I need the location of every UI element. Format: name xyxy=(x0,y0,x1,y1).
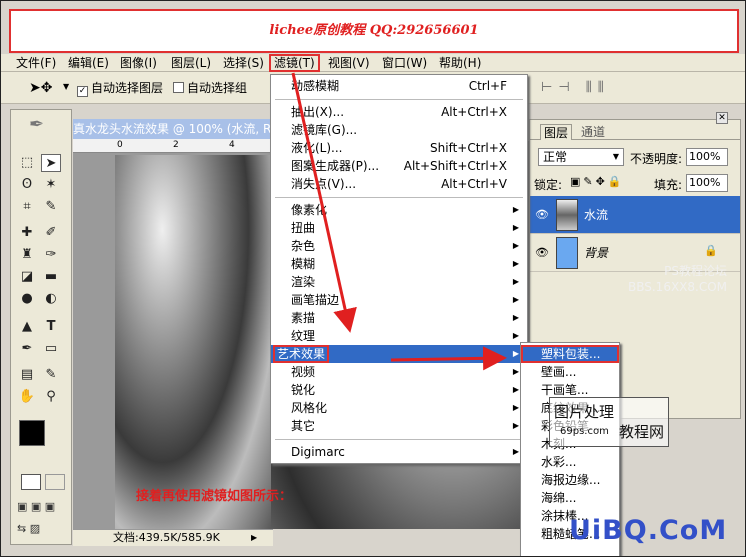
arrow-to-plastic-wrap xyxy=(390,346,507,371)
arrow-to-artistic xyxy=(291,72,357,333)
instruction-caption: 接着再使用滤镜如图所示： xyxy=(136,489,293,504)
annotation-arrows xyxy=(291,72,507,371)
app-frame: lichee原创教程 QQ:292656601 文件(F) 编辑(E) 图像(I… xyxy=(0,0,746,557)
site-logo: UiBQ.CoM xyxy=(569,515,728,546)
